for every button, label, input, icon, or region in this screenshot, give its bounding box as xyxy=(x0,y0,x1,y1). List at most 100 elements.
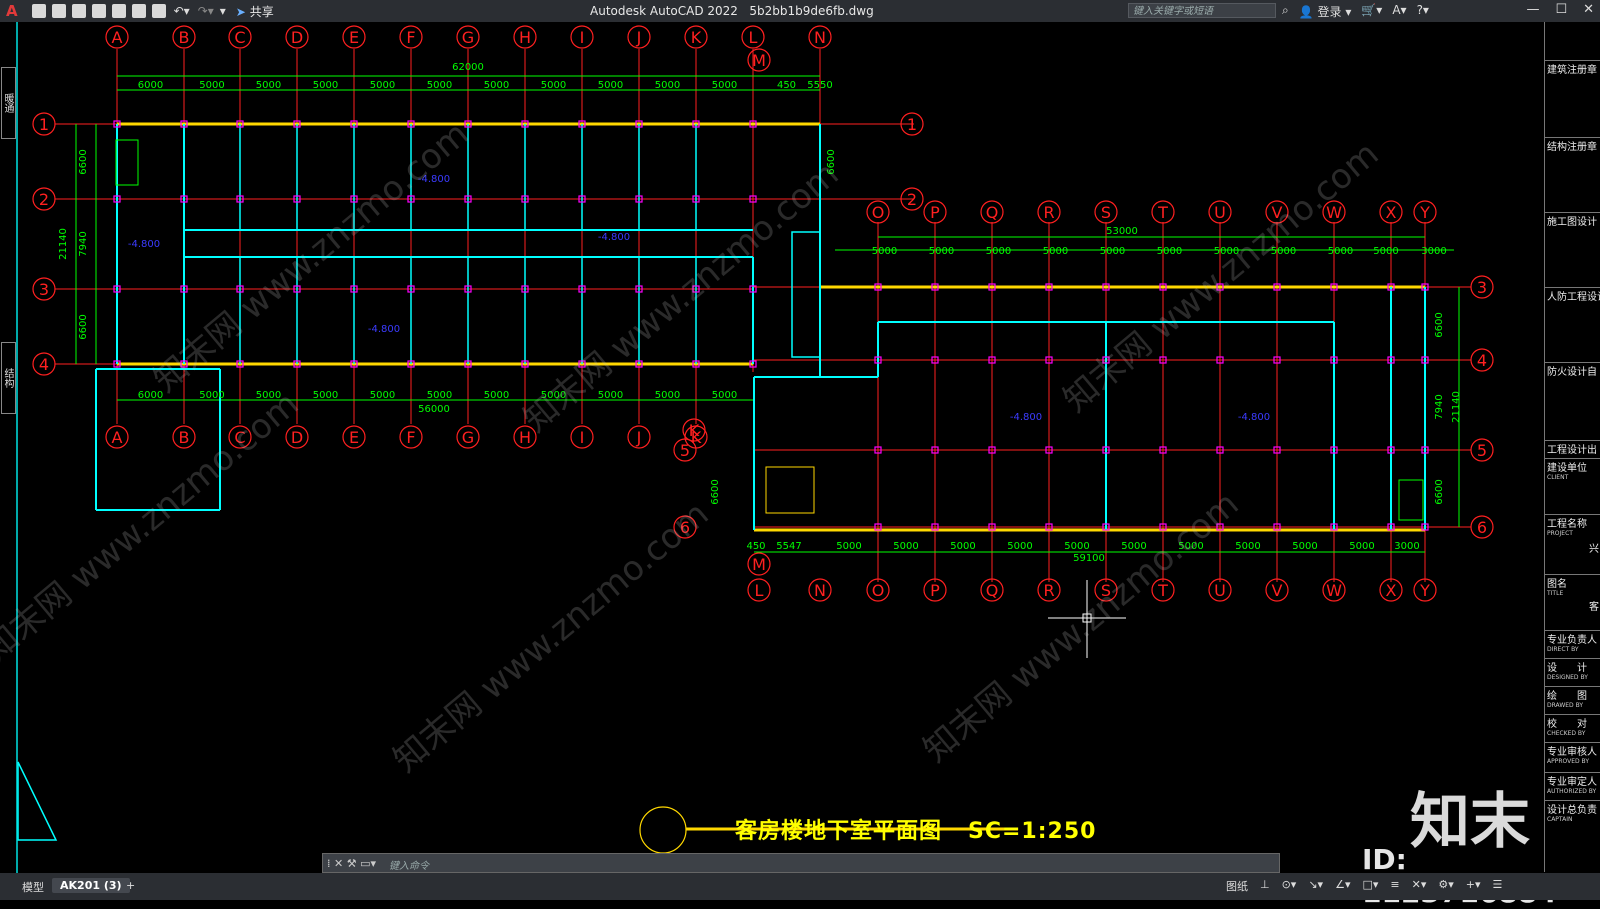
axis-bubble-row-4-right: 4 xyxy=(1477,351,1487,370)
save-as-icon[interactable] xyxy=(91,4,106,18)
title-circle xyxy=(639,806,687,854)
tab-model[interactable]: 模型 xyxy=(14,878,52,896)
title-block-row: 防火设计自 xyxy=(1545,362,1600,378)
axis-bubble-bottom-L: L xyxy=(755,581,764,600)
axis-bubble-bottom-E: E xyxy=(349,428,359,447)
dimension-text: 7940 xyxy=(78,231,89,256)
dimension-text: 5000 xyxy=(1292,541,1317,552)
dimension-text: 5000 xyxy=(1235,541,1260,552)
axis-bubble-top-N: N xyxy=(814,28,826,47)
add-icon[interactable]: +▾ xyxy=(1466,878,1481,894)
dimension-text: 5000 xyxy=(986,246,1011,257)
title-block-row: 专业负责人 DIRECT BY xyxy=(1545,630,1600,653)
publish-icon[interactable] xyxy=(131,4,146,18)
axis-bubble-top-O: O xyxy=(872,203,885,222)
command-input[interactable]: 键入命令 xyxy=(389,857,429,872)
status-bar: 模型 AK201 (3) + 图纸 ⊥ ⊙▾ ↘▾ ∠▾ □▾ ≡ ✕▾ ⚙▾ … xyxy=(0,873,1600,900)
dimension-text: 5000 xyxy=(1064,541,1089,552)
login-button[interactable]: 👤 登录 ▾ xyxy=(1299,3,1352,20)
help-icon[interactable]: ?▾ xyxy=(1417,3,1429,20)
share-button[interactable]: ➤ 共享 xyxy=(236,3,274,20)
title-block-row: 人防工程设计 xyxy=(1545,287,1600,303)
maximize-icon[interactable]: ☐ xyxy=(1555,2,1567,17)
axis-bubble-k-mid: K xyxy=(689,421,700,440)
redo-icon[interactable]: ↷▾ xyxy=(198,4,214,18)
title-block-row: 绘 图 DRAWED BY xyxy=(1545,686,1600,709)
dimension-text: 5000 xyxy=(1349,541,1374,552)
axis-bubble-bottom-U: U xyxy=(1214,581,1226,600)
axis-bubble-top-T: T xyxy=(1157,203,1168,222)
title-block-label: 图名 xyxy=(1547,579,1567,590)
grid-icon[interactable]: ⊙▾ xyxy=(1282,878,1297,894)
autocad-logo[interactable]: A xyxy=(6,2,18,20)
axis-bubble-m-top: M xyxy=(752,51,766,70)
window-title: Autodesk AutoCAD 2022 5b2bb1b9de6fb.dwg xyxy=(590,4,874,18)
dimension-text: 5000 xyxy=(655,390,680,401)
dimension-text: 3000 xyxy=(1421,246,1446,257)
title-block-row: 设计总负责 CAPTAIN xyxy=(1545,800,1600,823)
title-block-label: 专业负责人 xyxy=(1547,635,1597,646)
osnap-icon[interactable]: □▾ xyxy=(1362,878,1378,894)
open-file-icon[interactable] xyxy=(51,4,66,18)
dimension-text: 5000 xyxy=(199,390,224,401)
axis-bubble-bottom-D: D xyxy=(291,428,303,447)
total-dimension-text: 21140 xyxy=(58,228,69,260)
axis-bubble-top-H: H xyxy=(519,28,531,47)
axis-bubble-row-1-right: 1 xyxy=(907,115,917,134)
print-icon[interactable] xyxy=(151,4,166,18)
autodesk-app-icon[interactable]: A▾ xyxy=(1392,3,1406,20)
axis-bubble-top-C: C xyxy=(234,28,245,47)
paper-space-toggle[interactable]: 图纸 xyxy=(1226,878,1248,894)
undo-icon[interactable]: ↶▾ xyxy=(174,4,190,18)
dimension-text: 5000 xyxy=(370,80,395,91)
axis-bubble-top-E: E xyxy=(349,28,359,47)
dimension-text: 3000 xyxy=(1394,541,1419,552)
command-controls[interactable]: ⁞ ✕ ⚒ ▭▾ xyxy=(327,857,376,870)
minimize-icon[interactable]: — xyxy=(1526,2,1539,17)
search-icon[interactable]: ⌕ xyxy=(1282,3,1289,20)
axis-bubble-top-P: P xyxy=(930,203,940,222)
ortho-icon[interactable]: ↘▾ xyxy=(1308,878,1323,894)
axis-bubble-bottom-A: A xyxy=(112,428,123,447)
dimension-text: 5000 xyxy=(712,390,737,401)
open-sheet-icon[interactable] xyxy=(111,4,126,18)
axis-bubble-bottom-P: P xyxy=(930,581,940,600)
axis-bubble-row-2: 2 xyxy=(39,190,49,209)
dimension-text: 5000 xyxy=(950,541,975,552)
axis-bubble-top-A: A xyxy=(112,28,123,47)
title-block-label-en: DRAWED BY xyxy=(1547,702,1584,709)
level-mark: -4.800 xyxy=(128,239,160,250)
title-block-label-en: DESIGNED BY xyxy=(1547,674,1588,681)
dimension-text: 5000 xyxy=(598,80,623,91)
dimension-text: 5000 xyxy=(484,390,509,401)
axis-bubble-m-bottom: M xyxy=(752,555,766,574)
title-block-label: 专业审核人 xyxy=(1547,747,1597,758)
title-block-label: 建设单位 xyxy=(1547,463,1587,474)
close-icon[interactable]: ✕ xyxy=(1583,2,1594,17)
new-file-icon[interactable] xyxy=(31,4,46,18)
dimension-text: 5000 xyxy=(1007,541,1032,552)
axis-bubble-bottom-B: B xyxy=(179,428,190,447)
dimension-text: 7940 xyxy=(1434,394,1445,419)
cart-icon[interactable]: 🛒▾ xyxy=(1361,3,1382,20)
overall-dim-top-right: 53000 xyxy=(1106,226,1138,237)
polar-icon[interactable]: ∠▾ xyxy=(1335,878,1350,894)
title-block-panel: 建筑注册章结构注册章施工图设计人防工程设计防火设计自工程设计出建设单位CLIEN… xyxy=(1544,22,1600,872)
title-block-label-en: CAPTAIN xyxy=(1547,816,1573,823)
lineweight-icon[interactable]: ≡ xyxy=(1390,878,1399,894)
stair-core xyxy=(791,231,821,358)
axis-bubble-bottom-H: H xyxy=(519,428,531,447)
snap-icon[interactable]: ⊥ xyxy=(1260,878,1270,894)
add-layout-button[interactable]: + xyxy=(118,878,143,893)
annotation-icon[interactable]: ✕▾ xyxy=(1412,878,1427,894)
save-icon[interactable] xyxy=(71,4,86,18)
menu-icon[interactable]: ☰ xyxy=(1493,878,1503,894)
parking-spaces xyxy=(765,466,815,514)
dimension-text: 450 xyxy=(777,80,796,91)
dimension-text: 6600 xyxy=(78,314,89,339)
customize-icon[interactable]: ▾ xyxy=(220,4,226,18)
workspace-icon[interactable]: ⚙▾ xyxy=(1438,878,1453,894)
axis-bubble-top-K: K xyxy=(691,28,702,47)
dimension-text: 5000 xyxy=(313,80,338,91)
search-input[interactable]: 键入关键字或短语 xyxy=(1128,3,1276,18)
